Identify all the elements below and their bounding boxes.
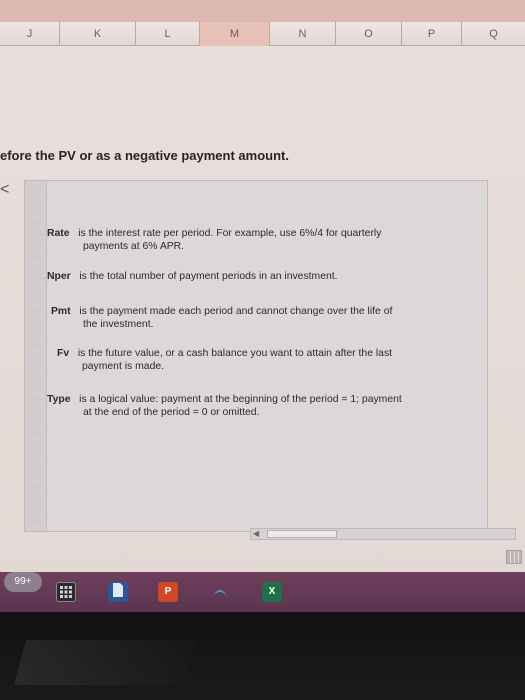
param-desc-type: is a logical value: payment at the begin… [79, 394, 402, 405]
scroll-left-arrow-icon[interactable]: ◀ [253, 529, 265, 539]
param-rate: Rate is the interest rate per period. Fo… [47, 227, 467, 253]
param-name-nper: Nper [47, 271, 71, 282]
param-desc-nper: is the total number of payment periods i… [79, 271, 338, 282]
param-name-fv: Fv [57, 348, 70, 359]
excel-icon[interactable]: X [262, 582, 282, 602]
column-header-o[interactable]: O [336, 22, 402, 46]
column-header-q[interactable]: Q [462, 22, 525, 46]
param-name-type: Type [47, 394, 71, 405]
column-header-n[interactable]: N [270, 22, 336, 46]
column-headers: J K L M N O P Q [0, 22, 525, 46]
column-header-p[interactable]: P [402, 22, 462, 46]
param-desc2-pmt: the investment. [83, 319, 154, 330]
screen: J K L M N O P Q efore the PV or as a neg… [0, 0, 525, 608]
edge-browser-icon[interactable] [210, 582, 230, 602]
ribbon-strip [0, 0, 525, 22]
powerpoint-icon[interactable]: P [158, 582, 178, 602]
column-header-j[interactable]: J [0, 22, 60, 46]
param-name-pmt: Pmt [51, 306, 71, 317]
param-desc2-rate: payments at 6% APR. [83, 241, 185, 252]
word-document-icon[interactable] [108, 582, 128, 602]
param-type: Type is a logical value: payment at the … [47, 393, 477, 419]
argument-help-panel: Rate is the interest rate per period. Fo… [24, 180, 488, 532]
column-header-m[interactable]: M [200, 22, 270, 46]
column-header-l[interactable]: L [136, 22, 200, 46]
param-desc-fv: is the future value, or a cash balance y… [77, 348, 393, 359]
param-name-rate: Rate [47, 228, 70, 239]
function-hint-headline: efore the PV or as a negative payment am… [0, 148, 289, 163]
column-header-k[interactable]: K [60, 22, 136, 46]
param-pmt: Pmt is the payment made each period and … [51, 305, 471, 331]
param-nper: Nper is the total number of payment peri… [47, 270, 467, 283]
param-desc2-fv: payment is made. [82, 361, 165, 372]
param-fv: Fv is the future value, or a cash balanc… [57, 347, 477, 373]
notification-badge[interactable]: 99+ [4, 572, 42, 592]
param-desc-rate: is the interest rate per period. For exa… [78, 228, 382, 239]
calculator-icon[interactable] [56, 582, 76, 602]
collapse-chevron-icon[interactable]: < [0, 181, 9, 199]
normal-view-grid-icon[interactable] [506, 550, 522, 564]
taskbar: 99+ P X [0, 572, 525, 612]
scroll-thumb[interactable] [267, 530, 337, 538]
panel-gutter [25, 181, 47, 531]
param-desc-pmt: is the payment made each period and cann… [79, 306, 393, 317]
bezel-reflection [13, 640, 197, 685]
param-desc2-type: at the end of the period = 0 or omitted. [83, 407, 260, 418]
horizontal-scrollbar[interactable]: ◀ [250, 528, 516, 540]
